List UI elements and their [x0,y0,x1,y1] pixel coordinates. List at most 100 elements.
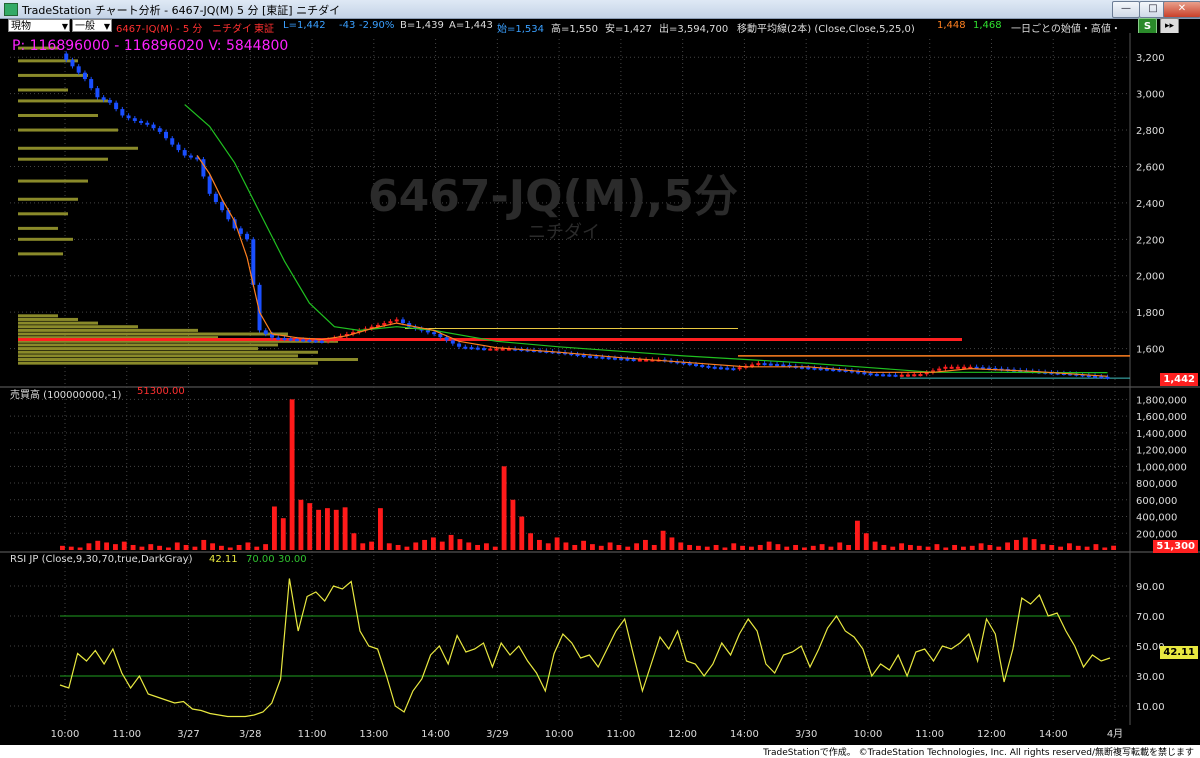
volume-bar [545,543,551,550]
volume-bar [881,544,887,550]
candle-body [594,356,599,359]
volume-bar [537,539,542,550]
volume-bar [802,547,807,550]
volume-bar [1067,543,1072,550]
candle-body [762,363,767,366]
price-tick-label: 1,800 [1136,308,1165,319]
candle-body [245,233,250,240]
volume-bar [501,466,507,550]
volume-bar [68,546,74,550]
volume-bar [810,545,816,550]
volume-bar [510,499,516,550]
volume-tick-label: 1,000,000 [1136,462,1187,473]
volume-bar [563,542,569,550]
volume-panel-value: 51300.00 [137,386,185,397]
volume-profile-bar [18,157,108,161]
candle-body [301,339,306,342]
volume-bar [484,543,489,550]
candle-body [70,59,75,67]
volume-profile-bar [18,128,118,132]
candle-body [276,337,281,340]
volume-bar [678,542,684,550]
candle-body [126,115,131,119]
candle-body [114,102,119,110]
volume-bar [360,543,366,550]
volume-bar [969,545,975,550]
candle-body [213,193,218,202]
volume-bar [519,516,525,550]
volume-bar [784,546,790,550]
volume-bar [439,541,445,550]
volume-bar [166,547,171,550]
candle-body [899,374,904,377]
volume-bar [987,544,993,550]
candle-body [588,355,592,358]
price-tick-label: 2,200 [1136,235,1165,246]
minimize-button[interactable]: — [1112,1,1140,18]
candle-body [581,354,586,357]
volume-bar [254,546,260,550]
volume-bar [616,544,622,550]
price-tick-label: 3,200 [1136,53,1165,64]
candle-body [955,366,960,369]
volume-bar [722,547,728,550]
candle-body [887,374,892,377]
volume-bar [130,544,136,550]
candle-body [637,359,642,362]
rsi-panel-label: RSI JP (Close,9,30,70,true,DarkGray) [10,554,193,565]
time-tick-label: 11:00 [606,729,635,740]
time-tick-label: 3/28 [239,729,261,740]
volume-tick-label: 200,000 [1136,529,1177,540]
volume-profile-bar [18,73,88,77]
volume-bar [775,544,781,550]
candle-body [906,374,910,377]
volume-bar [713,544,719,550]
volume-bar [643,539,648,550]
rsi-lower-level: 30.00 [278,554,307,565]
volume-bar [95,540,101,550]
close-button[interactable]: ✕ [1163,1,1200,18]
mode-select[interactable]: 現物 ▼ [8,19,70,32]
time-tick-label: 3/29 [486,729,508,740]
type-select[interactable]: 一般 ▼ [72,19,112,32]
candle-body [768,363,773,366]
candle-body [188,155,193,158]
volume-bar [280,518,286,550]
volume-profile-bar [18,350,318,354]
volume-bar [104,542,110,550]
candle-body [263,330,268,335]
candle-body [881,374,886,377]
volume-bar [863,533,869,550]
candle-body [756,363,761,366]
time-tick-label: 3/30 [795,729,817,740]
time-tick-label: 10:00 [51,729,80,740]
time-tick-label: 4月 [1107,728,1123,740]
candle-body [220,201,225,211]
volume-bar [908,544,913,550]
volume-bar [333,509,339,550]
candle-body [893,374,898,377]
volume-bar [183,544,189,550]
volume-bar [1014,539,1019,550]
volume-bar [404,546,410,550]
time-tick-label: 12:00 [977,729,1006,740]
last-volume-tag: 51,300 [1153,540,1198,553]
volume-bar [554,537,560,550]
volume-profile-bar [18,317,78,321]
time-tick-label: 14:00 [421,729,450,740]
volume-bar [925,546,931,550]
candle-body [488,348,493,351]
window-title: TradeStation チャート分析 - 6467-JQ(M) 5 分 [東証… [22,4,341,17]
candle-body [400,319,405,324]
rsi-upper-level: 70.00 [246,554,275,565]
price-change: -43 [339,20,356,31]
candle-body [475,347,480,350]
cursor-info: P: 116896000 - 116896020 V: 5844800 [12,38,289,54]
candle-body [463,346,468,349]
candle-body [432,332,437,335]
volume-bar [492,546,498,550]
volume-bar [899,543,905,550]
candle-body [1105,376,1110,379]
rsi-tick-label: 10.00 [1136,702,1165,713]
candle-body [382,323,387,326]
